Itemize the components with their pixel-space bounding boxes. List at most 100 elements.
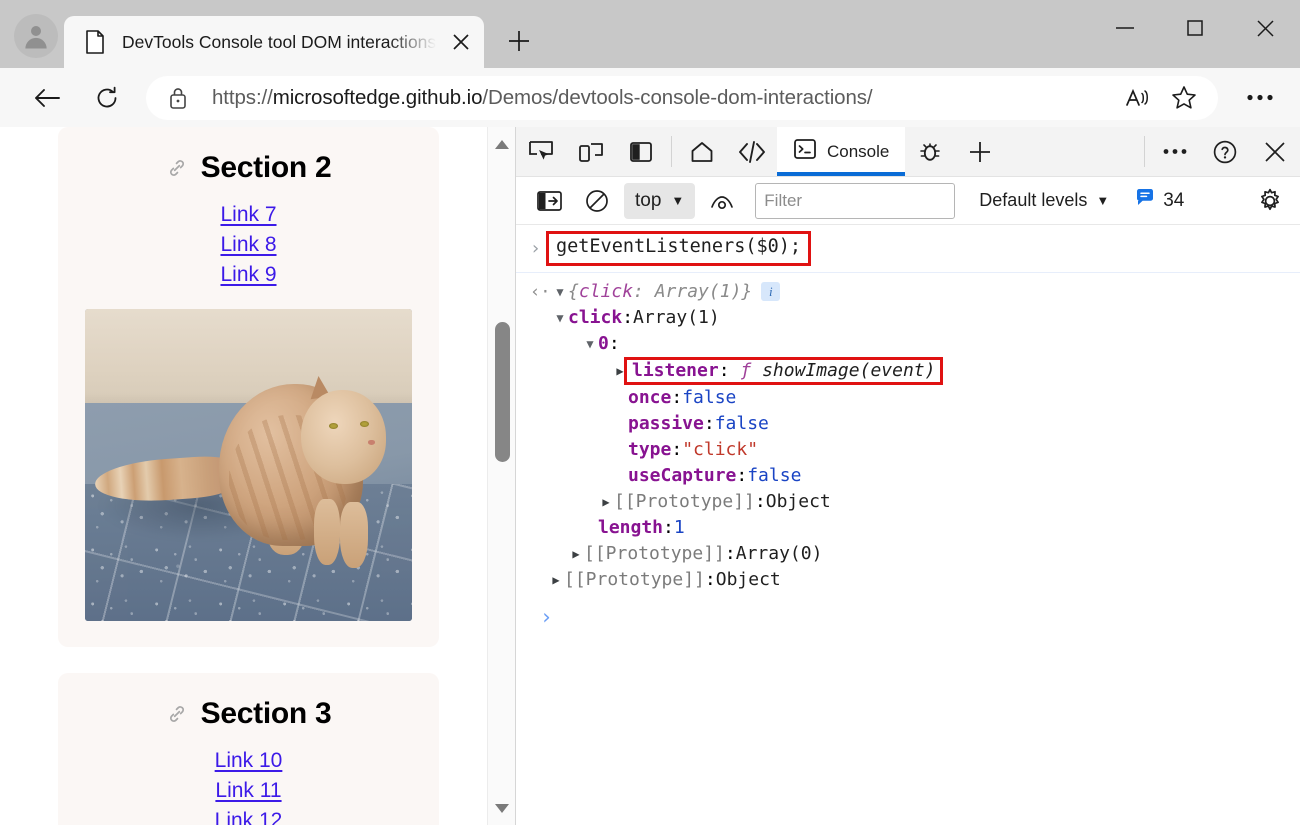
console-filter-bar: top ▼ Default levels ▼ 34 bbox=[516, 177, 1300, 225]
tree-key: useCapture bbox=[628, 465, 737, 487]
page-link[interactable]: Link 9 bbox=[220, 263, 276, 287]
clear-console-icon[interactable] bbox=[576, 181, 618, 221]
scrollbar-thumb[interactable] bbox=[495, 322, 510, 462]
tree-row[interactable]: ▶ [[Prototype]]: Object bbox=[530, 489, 1300, 515]
console-icon bbox=[793, 137, 817, 166]
page-scroll-container: Section 2 Link 7 Link 8 Link 9 Section 3… bbox=[0, 127, 487, 825]
page-link[interactable]: Link 10 bbox=[215, 749, 283, 773]
expand-triangle-icon[interactable]: ▶ bbox=[548, 567, 564, 593]
tree-row-listener[interactable]: ▶ listener: ƒ showImage(event) bbox=[530, 356, 1300, 386]
close-window-button[interactable] bbox=[1230, 0, 1300, 56]
favorite-star-icon[interactable] bbox=[1164, 78, 1204, 118]
device-emulation-icon[interactable] bbox=[566, 127, 616, 176]
page-link[interactable]: Link 8 bbox=[220, 233, 276, 257]
debugger-icon[interactable] bbox=[905, 127, 955, 176]
expand-triangle-icon[interactable]: ▼ bbox=[552, 279, 568, 305]
account-avatar-icon bbox=[21, 21, 51, 51]
tree-row[interactable]: ▶ [[Prototype]]: Object bbox=[530, 567, 1300, 593]
back-button[interactable] bbox=[26, 77, 68, 119]
page-link[interactable]: Link 7 bbox=[220, 203, 276, 227]
tree-sep: : bbox=[608, 332, 620, 354]
tree-value: showImage(event) bbox=[762, 359, 936, 381]
tree-row[interactable]: once: false bbox=[530, 385, 1300, 411]
scroll-down-arrow-icon[interactable] bbox=[488, 795, 515, 821]
link-anchor-icon[interactable] bbox=[166, 157, 188, 179]
tree-sep: : bbox=[663, 517, 674, 539]
expand-triangle-icon[interactable]: ▶ bbox=[568, 541, 584, 567]
tab-console[interactable]: Console bbox=[777, 127, 906, 176]
browser-tab[interactable]: DevTools Console tool DOM interactions bbox=[64, 16, 484, 68]
content-area: Section 2 Link 7 Link 8 Link 9 Section 3… bbox=[0, 127, 1300, 825]
tree-row[interactable]: type: "click" bbox=[530, 437, 1300, 463]
elements-icon[interactable] bbox=[727, 127, 777, 176]
tree-sep: : bbox=[704, 569, 716, 591]
live-expression-eye-icon[interactable] bbox=[701, 181, 743, 221]
close-devtools-icon[interactable] bbox=[1250, 127, 1300, 176]
tree-row[interactable]: ▼ 0: bbox=[530, 331, 1300, 357]
focus-mode-icon[interactable] bbox=[616, 127, 666, 176]
maximize-button[interactable] bbox=[1160, 0, 1230, 56]
ellipsis-icon bbox=[1247, 94, 1273, 101]
link-anchor-icon[interactable] bbox=[166, 703, 188, 725]
link-list: Link 7 Link 8 Link 9 bbox=[68, 203, 429, 287]
window-controls bbox=[1090, 0, 1300, 56]
home-icon[interactable] bbox=[677, 127, 727, 176]
console-input-prompt[interactable]: › bbox=[516, 593, 1300, 629]
lock-icon bbox=[168, 86, 190, 110]
console-output[interactable]: › getEventListeners($0); ‹· ▼ {click: Ar… bbox=[516, 225, 1300, 825]
tree-sep: : bbox=[622, 306, 634, 328]
scroll-up-arrow-icon[interactable] bbox=[488, 131, 515, 157]
tree-key: 0 bbox=[598, 332, 609, 354]
tree-row[interactable]: passive: false bbox=[530, 411, 1300, 437]
tree-value: Object bbox=[765, 491, 831, 513]
profile-avatar-button[interactable] bbox=[14, 14, 58, 58]
tree-row[interactable]: useCapture: false bbox=[530, 463, 1300, 489]
reload-icon bbox=[97, 86, 117, 107]
result-preview-row[interactable]: ‹· ▼ {click: Array(1)} i bbox=[530, 279, 1300, 305]
tree-key: passive bbox=[628, 413, 704, 435]
minimize-button[interactable] bbox=[1090, 0, 1160, 56]
tree-row[interactable]: ▶ [[Prototype]]: Array(0) bbox=[530, 541, 1300, 567]
page-link[interactable]: Link 11 bbox=[215, 779, 281, 803]
tree-value: Array(1) bbox=[633, 306, 720, 328]
section-heading: Section 3 bbox=[68, 697, 429, 731]
expand-triangle-icon[interactable]: ▼ bbox=[552, 305, 568, 331]
tree-sep: : bbox=[724, 543, 736, 565]
reload-button[interactable] bbox=[86, 77, 128, 119]
more-tools-icon[interactable] bbox=[1150, 127, 1200, 176]
tree-row[interactable]: length: 1 bbox=[530, 515, 1300, 541]
address-input[interactable]: https://microsoftedge.github.io/Demos/de… bbox=[146, 75, 1218, 120]
expand-triangle-icon[interactable]: ▼ bbox=[582, 331, 598, 357]
message-count-badge[interactable]: 34 bbox=[1135, 188, 1184, 213]
browser-settings-button[interactable] bbox=[1236, 76, 1284, 120]
inspect-element-icon[interactable] bbox=[516, 127, 566, 176]
tree-row[interactable]: ▼ click: Array(1) bbox=[530, 305, 1300, 331]
console-command-text[interactable]: getEventListeners($0); bbox=[546, 231, 812, 266]
plus-icon bbox=[509, 31, 529, 51]
tree-value: false bbox=[682, 387, 737, 409]
add-tool-icon[interactable] bbox=[955, 127, 1005, 176]
page-link[interactable]: Link 12 bbox=[215, 809, 283, 825]
help-icon[interactable] bbox=[1200, 127, 1250, 176]
log-levels-dropdown[interactable]: Default levels ▼ bbox=[979, 190, 1109, 211]
tree-sep: : bbox=[671, 387, 683, 409]
tree-sep: : bbox=[703, 413, 715, 435]
read-aloud-icon[interactable] bbox=[1118, 78, 1158, 118]
devtools-tab-bar: Console bbox=[516, 127, 1300, 177]
javascript-context-dropdown[interactable]: top ▼ bbox=[624, 182, 696, 219]
chevron-down-icon: ▼ bbox=[1096, 193, 1110, 208]
console-result-block: ‹· ▼ {click: Array(1)} i ▼ click: Array(… bbox=[516, 273, 1300, 594]
console-sidebar-icon[interactable] bbox=[528, 181, 570, 221]
page-scrollbar[interactable] bbox=[487, 127, 515, 825]
expand-triangle-icon[interactable]: ▶ bbox=[598, 489, 614, 515]
cat-photo-image[interactable] bbox=[85, 309, 412, 621]
new-tab-button[interactable] bbox=[498, 20, 540, 62]
console-filter-input[interactable] bbox=[755, 182, 956, 219]
tab-close-icon[interactable] bbox=[446, 27, 476, 57]
tree-key: [[Prototype]] bbox=[584, 543, 725, 565]
page-document-icon bbox=[84, 30, 106, 54]
tree-value: false bbox=[747, 465, 802, 487]
info-badge-icon[interactable]: i bbox=[761, 282, 781, 302]
devtools-tabbar-right bbox=[1139, 127, 1300, 176]
console-settings-gear-icon[interactable] bbox=[1248, 181, 1292, 221]
